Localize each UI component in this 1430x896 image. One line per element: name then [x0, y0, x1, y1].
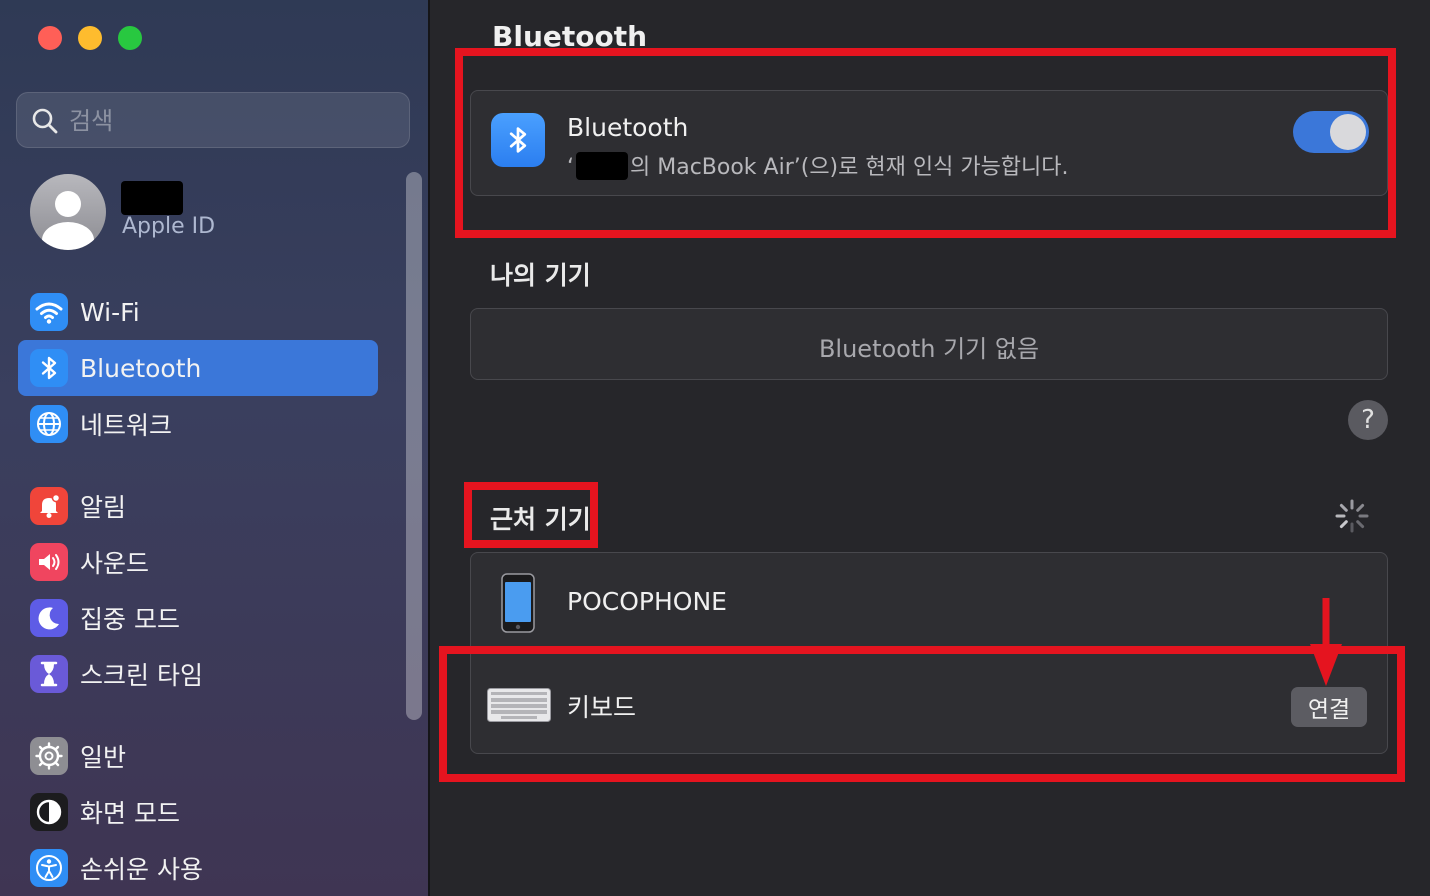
- highlight-bluetooth-card: [455, 48, 1396, 238]
- zoom-window-button[interactable]: [118, 26, 142, 50]
- my-devices-list: Bluetooth 기기 없음: [470, 308, 1388, 380]
- search-field[interactable]: [16, 92, 410, 148]
- sidebar-item-label: Bluetooth: [80, 353, 202, 383]
- user-silhouette-icon: [42, 191, 94, 250]
- bluetooth-icon: [30, 349, 68, 387]
- arrow-down-icon: [1310, 598, 1342, 686]
- gear-icon: [30, 737, 68, 775]
- sidebar-item-network[interactable]: 네트워크: [18, 396, 378, 452]
- search-input[interactable]: [69, 103, 389, 139]
- sidebar-item-label: Wi-Fi: [80, 297, 140, 327]
- sidebar-item-accessibility[interactable]: 손쉬운 사용: [18, 840, 378, 896]
- search-icon: [32, 108, 58, 134]
- moon-icon: [30, 599, 68, 637]
- minimize-window-button[interactable]: [78, 26, 102, 50]
- sidebar-item-notifications[interactable]: 알림: [18, 478, 378, 534]
- sidebar-item-label: 일반: [80, 743, 127, 772]
- globe-icon: [30, 405, 68, 443]
- apple-id-label[interactable]: Apple ID: [122, 214, 215, 239]
- highlight-nearby-heading: [464, 482, 598, 548]
- avatar[interactable]: [30, 174, 106, 250]
- redacted-account-name: [121, 181, 183, 215]
- loading-spinner-icon: [1335, 499, 1369, 533]
- wifi-icon: [30, 293, 68, 331]
- bell-icon: [30, 487, 68, 525]
- my-devices-heading: 나의 기기: [490, 261, 591, 290]
- sidebar-item-label: 스크린 타임: [80, 661, 203, 690]
- sidebar-item-focus[interactable]: 집중 모드: [18, 590, 378, 646]
- phone-icon: [501, 573, 535, 633]
- sidebar-item-screen-time[interactable]: 스크린 타임: [18, 646, 378, 702]
- sidebar-item-label: 사운드: [80, 549, 150, 578]
- sidebar-item-label: 알림: [80, 493, 127, 522]
- device-name: POCOPHONE: [567, 587, 727, 616]
- sidebar-item-bluetooth[interactable]: Bluetooth: [18, 340, 378, 396]
- sidebar-item-wifi[interactable]: Wi-Fi: [18, 284, 378, 340]
- no-devices-label: Bluetooth 기기 없음: [818, 335, 1040, 363]
- help-button[interactable]: ?: [1348, 400, 1388, 440]
- sidebar-item-label: 집중 모드: [80, 605, 180, 634]
- highlight-keyboard-row: [439, 646, 1405, 782]
- sidebar: Apple ID Wi-Fi Bluetooth 네트워크 알림 사운드: [0, 0, 428, 896]
- sidebar-item-label: 화면 모드: [80, 799, 180, 828]
- sidebar-item-label: 네트워크: [80, 411, 173, 440]
- sidebar-item-appearance[interactable]: 화면 모드: [18, 784, 378, 840]
- sidebar-item-label: 손쉬운 사용: [80, 855, 203, 884]
- sidebar-item-sound[interactable]: 사운드: [18, 534, 378, 590]
- accessibility-icon: [30, 849, 68, 887]
- hourglass-icon: [30, 655, 68, 693]
- speaker-icon: [30, 543, 68, 581]
- appearance-icon: [30, 793, 68, 831]
- close-window-button[interactable]: [38, 26, 62, 50]
- list-item[interactable]: POCOPHONE: [471, 553, 1387, 653]
- sidebar-scrollbar[interactable]: [406, 172, 422, 720]
- sidebar-item-general[interactable]: 일반: [18, 728, 378, 784]
